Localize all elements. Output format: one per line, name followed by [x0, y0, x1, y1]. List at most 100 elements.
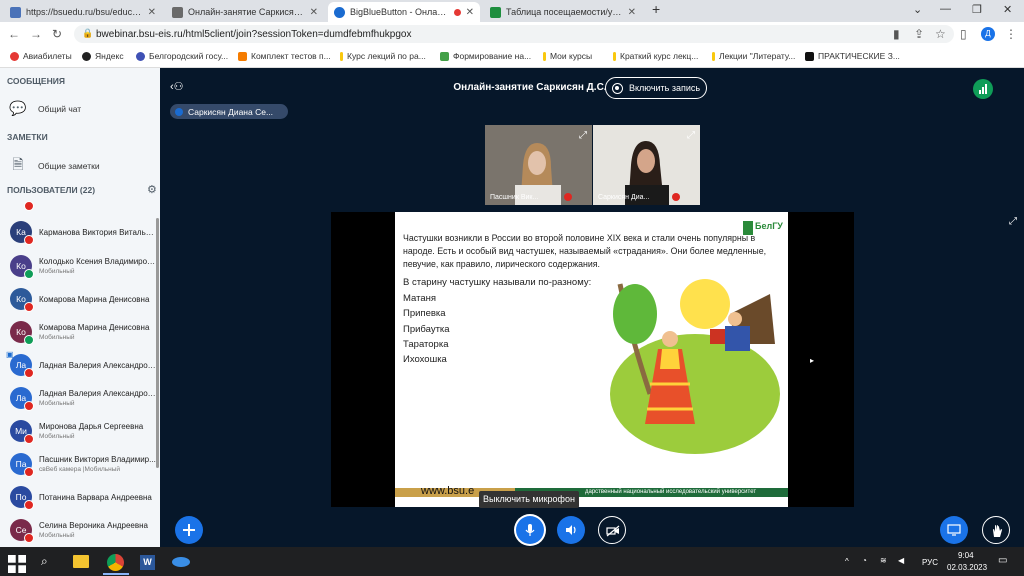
windows-start-icon[interactable]: [8, 555, 26, 573]
file-explorer-icon[interactable]: [73, 555, 89, 568]
profile-avatar[interactable]: Д: [981, 27, 995, 41]
talking-indicator[interactable]: Саркисян Диана Се...: [170, 104, 288, 119]
tab-search-icon[interactable]: ⌄: [913, 3, 922, 16]
bookmark-bsu[interactable]: Белгородский госу...: [136, 51, 228, 61]
bookmark-icon: [340, 51, 343, 61]
video-username: Саркисян Диа...: [598, 194, 650, 201]
close-window-button[interactable]: ✕: [1003, 3, 1012, 16]
presentation-button[interactable]: [940, 516, 968, 544]
record-button[interactable]: Включить запись: [605, 77, 707, 99]
user-row[interactable]: Ка Карманова Виктория Витальев...: [0, 215, 158, 249]
close-tab-icon[interactable]: ✕: [628, 7, 636, 18]
bookmark-icon: [613, 51, 616, 61]
user-device: Мобильный: [39, 532, 75, 539]
user-row[interactable]: Па Пасшник Виктория Владимир... свВеб ка…: [0, 447, 158, 481]
minimize-button[interactable]: —: [940, 3, 951, 15]
gear-icon[interactable]: ⚙: [147, 183, 157, 196]
user-row[interactable]: По Потанина Варвара Андреевна: [0, 480, 158, 514]
fullscreen-icon[interactable]: ⤢: [1009, 216, 1017, 227]
bookmark-my-courses[interactable]: Мои курсы: [543, 51, 592, 61]
maximize-button[interactable]: ❐: [972, 3, 982, 16]
mute-mic-button[interactable]: [516, 516, 544, 544]
back-button[interactable]: ←: [8, 27, 20, 41]
user-row[interactable]: Ла Ладная Валерия Александровна Мобильны…: [0, 381, 158, 415]
network-icon[interactable]: ◔: [862, 556, 867, 565]
clock-date[interactable]: 02.03.2023: [947, 563, 987, 572]
app-icon[interactable]: [172, 557, 190, 567]
video-tile[interactable]: ⤢ Саркисян Диа...: [593, 125, 700, 205]
bookmark-yandex[interactable]: Яндекс: [82, 51, 124, 61]
search-icon[interactable]: ⌕: [41, 554, 48, 569]
bookmark-star-icon[interactable]: ☆: [935, 27, 946, 41]
muted-mic-icon: [24, 235, 34, 245]
camera-in-use-icon[interactable]: ▮: [893, 27, 900, 41]
audio-button[interactable]: [557, 516, 585, 544]
bookmark-tests[interactable]: Комплект тестов п...: [238, 51, 331, 61]
close-tab-icon[interactable]: ✕: [466, 7, 474, 18]
sidebar-scrollbar[interactable]: [156, 218, 159, 468]
close-tab-icon[interactable]: ✕: [310, 7, 318, 18]
expand-icon[interactable]: ⤢: [579, 130, 587, 141]
slide-line: Ихохошка: [403, 354, 447, 365]
muted-mic-icon: [672, 193, 680, 201]
bookmark-avia[interactable]: Авиабилеты: [10, 51, 72, 61]
user-name: Потанина Варвара Андреевна: [39, 493, 152, 502]
bigbluebutton-favicon-icon: [334, 6, 345, 18]
user-name: Селина Вероника Андреевна: [39, 521, 148, 530]
bookmark-practical[interactable]: ПРАКТИЧЕСКИЕ З...: [805, 51, 900, 61]
user-row[interactable]: Ко Комарова Марина Денисовна Мобильный: [0, 315, 158, 349]
video-username: Пасшник Вик...: [490, 194, 539, 201]
video-tile[interactable]: ⤢ Пасшник Вик...: [485, 125, 592, 205]
notifications-icon[interactable]: ▭: [998, 555, 1007, 566]
toggle-userlist-icon[interactable]: ‹⚇: [170, 80, 184, 93]
folk-dancers-illustration: [610, 279, 780, 454]
raise-hand-button[interactable]: [982, 516, 1010, 544]
slide-line: В старину частушку называли по-разному:: [403, 277, 592, 288]
wifi-icon[interactable]: ≋: [880, 556, 887, 565]
bookmark-short-course[interactable]: Краткий курс лекц...: [613, 51, 698, 61]
volume-icon[interactable]: ◀: [898, 556, 904, 565]
connection-status-icon[interactable]: [973, 79, 993, 99]
word-icon[interactable]: W: [140, 555, 155, 570]
browser-tab-bigbluebutton[interactable]: BigBlueButton - Онлайн-зан ✕: [328, 2, 480, 22]
chrome-icon[interactable]: [107, 554, 124, 571]
forward-button[interactable]: →: [30, 27, 42, 41]
url-input[interactable]: 🔒 bwebinar.bsu-eis.ru/html5client/join?s…: [74, 25, 954, 43]
browser-tab-attendance[interactable]: Таблица посещаемости/успева ✕: [484, 2, 642, 22]
muted-mic-icon: [24, 201, 34, 211]
expand-icon[interactable]: ⤢: [687, 130, 695, 141]
close-tab-icon[interactable]: ✕: [148, 7, 156, 18]
browser-menu-icon[interactable]: ⋮: [1005, 27, 1017, 41]
user-name: Пасшник Виктория Владимир...: [39, 455, 156, 464]
share-icon[interactable]: ⇪: [914, 27, 924, 41]
user-row[interactable]: Ми Миронова Дарья Сергеевна Мобильный: [0, 414, 158, 448]
mic-tooltip: Выключить микрофон: [479, 491, 579, 508]
reload-button[interactable]: ↻: [52, 27, 62, 41]
browser-tab-lesson[interactable]: Онлайн-занятие Саркисян Д.С. ✕: [166, 2, 324, 22]
shared-notes-item[interactable]: 🗎 Общие заметки: [8, 154, 99, 178]
user-row[interactable]: ▣ Ла Ладная Валерия Александровна: [0, 348, 158, 382]
mic-icon: [175, 107, 183, 116]
clock-time[interactable]: 9:04: [958, 551, 974, 560]
presentation-slide[interactable]: Частушки возникли в России во второй пол…: [395, 212, 788, 507]
plane-icon: [10, 51, 19, 61]
actions-button[interactable]: [175, 516, 203, 544]
user-row[interactable]: Ко Комарова Марина Денисовна: [0, 282, 158, 316]
language-indicator[interactable]: РУС: [922, 558, 938, 567]
slide-line: Матаня: [403, 293, 437, 304]
side-panel-icon[interactable]: ▯: [960, 27, 967, 41]
muted-mic-icon: [24, 368, 34, 378]
bookmarks-bar: Авиабилеты Яндекс Белгородский госу... К…: [0, 46, 1024, 68]
bookmark-literature[interactable]: Лекции "Литерату...: [712, 51, 795, 61]
user-row[interactable]: Ко Колодько Ксения Владимировна Мобильны…: [0, 249, 158, 283]
bookmark-lectures[interactable]: Курс лекций по ра...: [340, 51, 426, 61]
new-tab-button[interactable]: +: [652, 1, 660, 17]
public-chat-item[interactable]: 💬 Общий чат: [8, 100, 81, 117]
user-row[interactable]: Се Селина Вероника Андреевна Мобильный: [0, 513, 158, 547]
camera-button[interactable]: [598, 516, 626, 544]
browser-tab-bsuedu[interactable]: https://bsuedu.ru/bsu/education ✕: [4, 2, 162, 22]
bookmark-formation[interactable]: Формирование на...: [440, 51, 531, 61]
tray-chevron-icon[interactable]: ^: [845, 557, 849, 566]
user-row[interactable]: [0, 196, 158, 214]
user-name: Комарова Марина Денисовна: [39, 323, 150, 332]
